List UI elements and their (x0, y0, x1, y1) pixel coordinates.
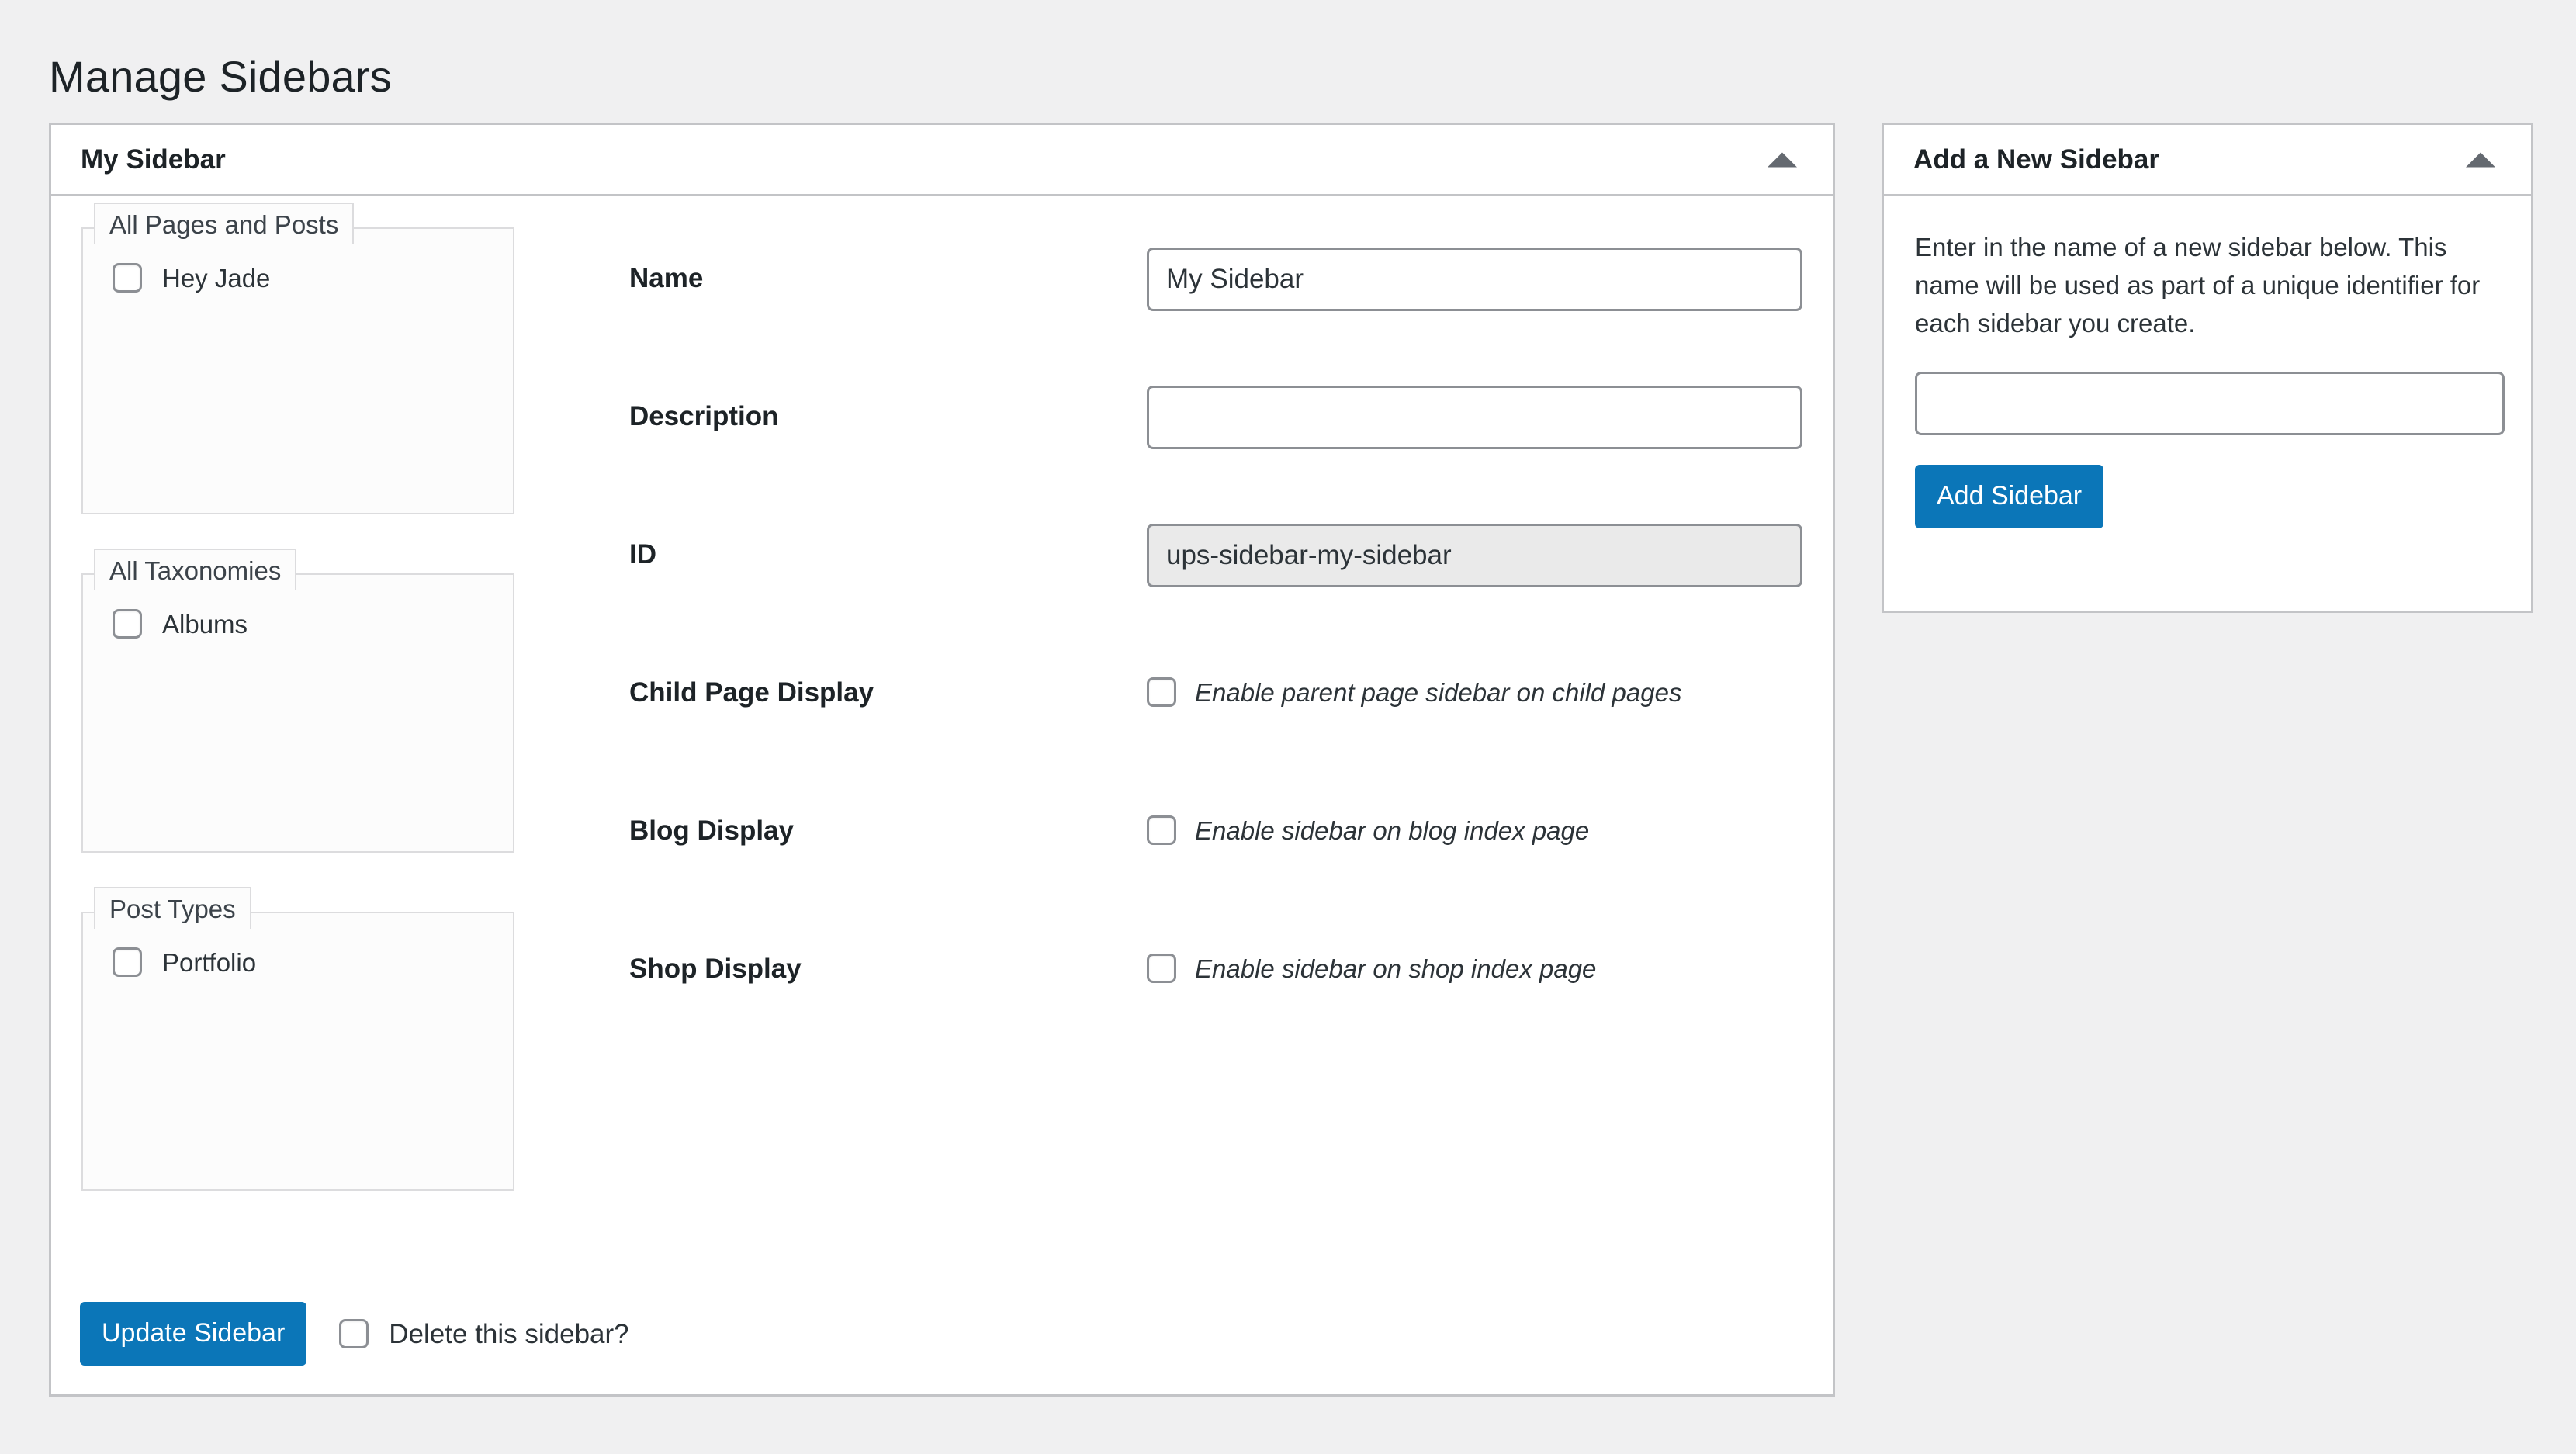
new-sidebar-name-input[interactable] (1915, 372, 2505, 435)
checkbox-description-child-page-display: Enable parent page sidebar on child page… (1195, 680, 1681, 705)
update-sidebar-button[interactable]: Update Sidebar (80, 1302, 306, 1366)
checkbox-child-page-display[interactable] (1147, 677, 1176, 707)
caret-up-icon[interactable] (1768, 152, 1797, 167)
form-row-description: Description (629, 365, 1778, 504)
description-input[interactable] (1147, 386, 1802, 449)
manage-sidebars-page: Manage Sidebars My Sidebar All Pages and… (0, 0, 2576, 1454)
label-child-page-display: Child Page Display (629, 679, 874, 706)
fieldset-legend-all-taxonomies: All Taxonomies (94, 549, 296, 590)
fieldset-legend-all-pages-and-posts: All Pages and Posts (94, 203, 354, 244)
checkbox-row-blog-display[interactable]: Enable sidebar on blog index page (1147, 815, 1589, 845)
content-group-column: All Pages and Posts Hey Jade All Taxonom… (80, 227, 545, 1191)
control-blog-display: Enable sidebar on blog index page (1147, 800, 1589, 845)
checkbox-row-child-page-display[interactable]: Enable parent page sidebar on child page… (1147, 677, 1681, 707)
caret-up-icon[interactable] (2466, 152, 2495, 167)
checkbox-delete-sidebar[interactable] (339, 1319, 369, 1348)
add-panel-title: Add a New Sidebar (1913, 146, 2159, 173)
fieldset-all-pages-and-posts: All Pages and Posts Hey Jade (81, 227, 514, 514)
fieldset-post-types: Post Types Portfolio (81, 912, 514, 1191)
list-item[interactable]: Portfolio (83, 947, 513, 977)
form-row-id: ID (629, 504, 1778, 642)
form-row-name: Name (629, 227, 1778, 365)
id-input (1147, 524, 1802, 587)
checkbox-shop-display[interactable] (1147, 954, 1176, 983)
delete-sidebar-control[interactable]: Delete this sidebar? (339, 1319, 628, 1348)
sidebar-settings-panel: My Sidebar All Pages and Posts Hey Jade … (49, 123, 1835, 1397)
form-row-child-page-display: Child Page Display Enable parent page si… (629, 642, 1778, 780)
label-shop-display: Shop Display (629, 955, 802, 982)
label-blog-display: Blog Display (629, 817, 794, 844)
page-title: Manage Sidebars (49, 53, 392, 101)
sidebar-panel-header: My Sidebar (51, 125, 1833, 196)
checkbox-blog-display[interactable] (1147, 815, 1176, 845)
add-new-sidebar-panel: Add a New Sidebar Enter in the name of a… (1882, 123, 2533, 613)
label-id: ID (629, 541, 656, 568)
checkbox-label-hey-jade: Hey Jade (162, 265, 270, 291)
name-input[interactable] (1147, 248, 1802, 311)
fieldset-legend-post-types: Post Types (94, 887, 251, 929)
checkbox-description-blog-display: Enable sidebar on blog index page (1195, 818, 1589, 843)
form-row-blog-display: Blog Display Enable sidebar on blog inde… (629, 780, 1778, 918)
fieldset-all-taxonomies: All Taxonomies Albums (81, 573, 514, 853)
submit-area: Update Sidebar Delete this sidebar? (80, 1302, 629, 1366)
checkbox-label-albums: Albums (162, 611, 248, 637)
checkbox-hey-jade[interactable] (113, 263, 142, 293)
checkbox-portfolio[interactable] (113, 947, 142, 977)
list-item[interactable]: Hey Jade (83, 263, 513, 293)
control-id (1147, 524, 1802, 587)
label-description: Description (629, 403, 779, 430)
checkbox-label-portfolio: Portfolio (162, 950, 256, 975)
list-item[interactable]: Albums (83, 609, 513, 639)
checkbox-description-shop-display: Enable sidebar on shop index page (1195, 956, 1596, 981)
control-description (1147, 386, 1802, 449)
checkbox-label-delete-sidebar: Delete this sidebar? (389, 1321, 628, 1348)
control-name (1147, 248, 1802, 311)
label-name: Name (629, 265, 703, 292)
checkbox-row-shop-display[interactable]: Enable sidebar on shop index page (1147, 954, 1596, 983)
control-shop-display: Enable sidebar on shop index page (1147, 938, 1596, 983)
control-child-page-display: Enable parent page sidebar on child page… (1147, 662, 1681, 707)
sidebar-settings-form: Name Description ID (629, 227, 1778, 1056)
sidebar-panel-title: My Sidebar (81, 146, 226, 173)
add-sidebar-description: Enter in the name of a new sidebar below… (1915, 229, 2500, 342)
add-sidebar-button[interactable]: Add Sidebar (1915, 465, 2103, 528)
sidebar-panel-body: All Pages and Posts Hey Jade All Taxonom… (51, 196, 1833, 1397)
checkbox-albums[interactable] (113, 609, 142, 639)
add-panel-body: Enter in the name of a new sidebar below… (1884, 196, 2531, 559)
form-row-shop-display: Shop Display Enable sidebar on shop inde… (629, 918, 1778, 1056)
add-panel-header: Add a New Sidebar (1884, 125, 2531, 196)
